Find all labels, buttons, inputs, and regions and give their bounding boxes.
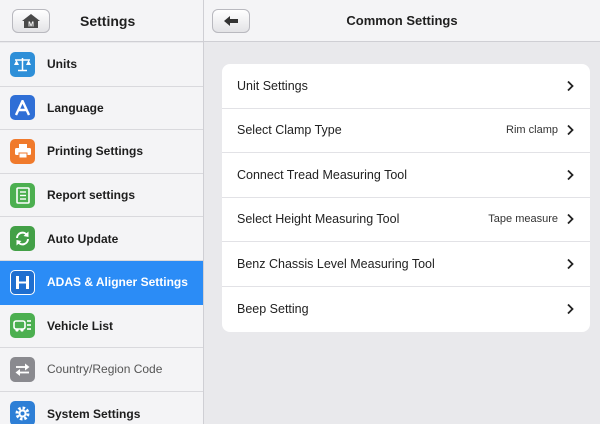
- chevron-right-icon: [567, 258, 574, 269]
- connect-tread-measuring-tool-row[interactable]: Connect Tread Measuring Tool: [222, 153, 590, 198]
- sidebar-item-vehicle-list[interactable]: Vehicle List: [0, 305, 203, 349]
- scale-icon: [10, 51, 35, 77]
- chevron-right-icon: [567, 214, 574, 225]
- adas-icon: [10, 269, 35, 295]
- sidebar-item-auto-update[interactable]: Auto Update: [0, 217, 203, 261]
- sidebar: Units Language Printing Settings Report …: [0, 43, 203, 424]
- benz-chassis-level-measuring-tool-row[interactable]: Benz Chassis Level Measuring Tool: [222, 242, 590, 287]
- settings-header: M Settings: [0, 0, 203, 42]
- sidebar-item-label: Vehicle List: [47, 318, 114, 333]
- svg-text:M: M: [28, 21, 34, 28]
- gear-icon: [10, 401, 35, 424]
- unit-settings-row[interactable]: Unit Settings: [222, 64, 590, 109]
- sidebar-item-system-settings[interactable]: System Settings: [0, 392, 203, 424]
- vehicle-list-icon: [10, 313, 35, 339]
- home-button[interactable]: M: [12, 8, 50, 33]
- row-value: Rim clamp: [506, 124, 558, 137]
- printer-icon: [10, 138, 35, 164]
- sidebar-item-label: System Settings: [47, 406, 141, 421]
- select-height-measuring-tool-row[interactable]: Select Height Measuring Tool Tape measur…: [222, 198, 590, 242]
- sidebar-item-label: Auto Update: [47, 231, 119, 246]
- sidebar-item-label: Printing Settings: [47, 144, 143, 159]
- swap-icon: [10, 356, 35, 382]
- sidebar-title: Settings: [80, 12, 136, 29]
- common-settings-list: Unit Settings Select Clamp Type Rim clam…: [222, 64, 590, 332]
- chevron-right-icon: [567, 125, 574, 136]
- row-label: Benz Chassis Level Measuring Tool: [237, 256, 435, 271]
- beep-setting-row[interactable]: Beep Setting: [222, 287, 590, 332]
- sidebar-item-country-region-code[interactable]: Country/Region Code: [0, 348, 203, 392]
- sidebar-item-label: ADAS & Aligner Settings: [47, 275, 188, 290]
- sidebar-item-report-settings[interactable]: Report settings: [0, 174, 203, 218]
- sidebar-item-label: Language: [47, 100, 104, 115]
- sidebar-item-label: Country/Region Code: [47, 362, 163, 377]
- sidebar-item-label: Units: [47, 57, 77, 72]
- sidebar-item-language[interactable]: Language: [0, 87, 203, 131]
- row-label: Connect Tread Measuring Tool: [237, 167, 408, 182]
- content-header: Common Settings: [204, 0, 600, 42]
- sidebar-item-printing-settings[interactable]: Printing Settings: [0, 130, 203, 174]
- back-arrow-icon: [224, 15, 238, 26]
- row-label: Unit Settings: [237, 78, 308, 93]
- chevron-right-icon: [567, 169, 574, 180]
- sidebar-item-label: Report settings: [47, 188, 136, 203]
- select-clamp-type-row[interactable]: Select Clamp Type Rim clamp: [222, 109, 590, 153]
- report-icon: [10, 182, 35, 208]
- row-label: Beep Setting: [237, 301, 309, 316]
- home-icon: M: [22, 13, 40, 28]
- row-label: Select Height Measuring Tool: [237, 212, 400, 227]
- panel-divider: [203, 0, 204, 424]
- page-title: Common Settings: [346, 13, 458, 28]
- back-button[interactable]: [212, 8, 250, 33]
- chevron-right-icon: [567, 80, 574, 91]
- sidebar-item-adas-aligner-settings[interactable]: ADAS & Aligner Settings: [0, 260, 203, 305]
- refresh-icon: [10, 226, 35, 252]
- letter-a-icon: [10, 95, 35, 121]
- row-value: Tape measure: [488, 213, 558, 226]
- sidebar-item-units[interactable]: Units: [0, 43, 203, 87]
- chevron-right-icon: [567, 303, 574, 314]
- row-label: Select Clamp Type: [237, 123, 342, 138]
